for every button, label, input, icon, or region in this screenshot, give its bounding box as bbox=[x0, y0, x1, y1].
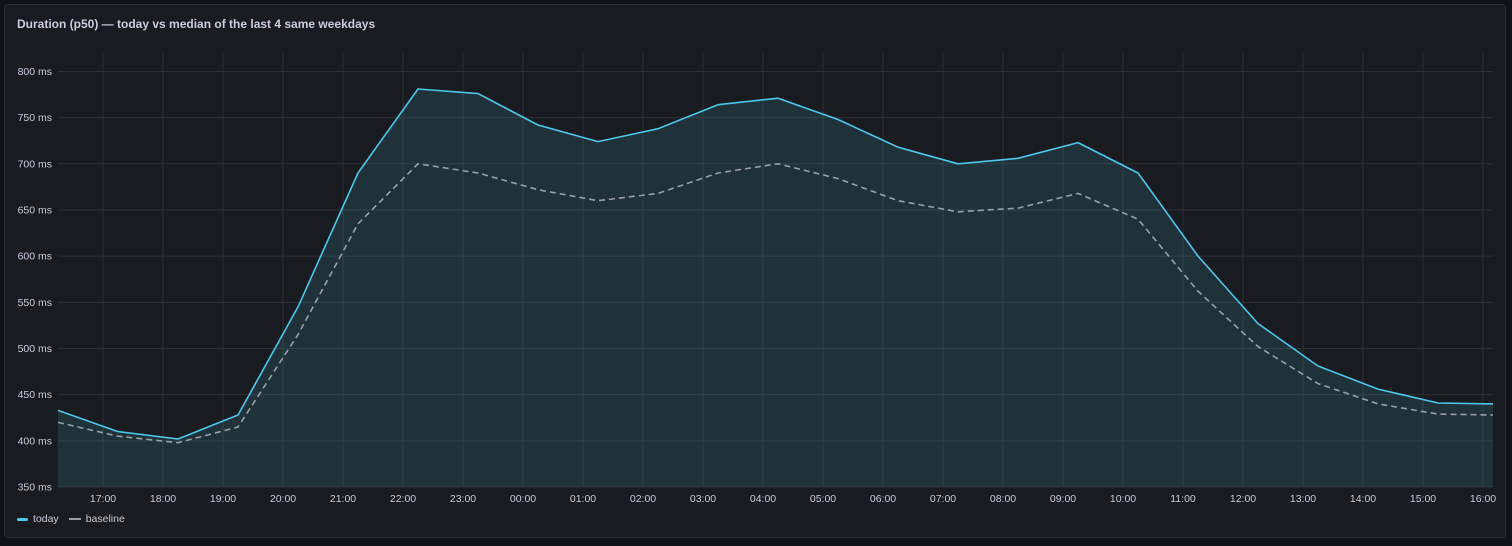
x-tick-label: 17:00 bbox=[90, 493, 116, 505]
x-tick-label: 08:00 bbox=[990, 493, 1016, 505]
x-tick-label: 05:00 bbox=[810, 493, 836, 505]
x-tick-label: 03:00 bbox=[690, 493, 716, 505]
legend-label-today: today bbox=[33, 513, 59, 525]
x-tick-label: 12:00 bbox=[1230, 493, 1256, 505]
x-tick-label: 09:00 bbox=[1050, 493, 1076, 505]
x-tick-label: 19:00 bbox=[210, 493, 236, 505]
x-tick-label: 07:00 bbox=[930, 493, 956, 505]
series-layer bbox=[57, 88, 1494, 487]
y-tick-label: 400 ms bbox=[18, 435, 52, 447]
today-area-fill bbox=[58, 89, 1493, 487]
x-tick-label: 02:00 bbox=[630, 493, 656, 505]
y-tick-label: 550 ms bbox=[18, 297, 52, 309]
chart-canvas[interactable]: 350 ms 400 ms 450 ms 500 ms 550 ms 600 ms 650 … bbox=[5, 5, 1507, 539]
y-tick-label: 450 ms bbox=[18, 389, 52, 401]
x-tick-label: 15:00 bbox=[1410, 493, 1436, 505]
y-tick-label: 500 ms bbox=[18, 343, 52, 355]
x-axis: 17:00 18:00 19:00 20:00 21:00 22:00 23:00 00:00… bbox=[90, 493, 1496, 505]
baseline-swatch bbox=[68, 518, 81, 520]
x-tick-label: 20:00 bbox=[270, 493, 296, 505]
chart-panel: Duration (p50) — today vs median of the … bbox=[4, 4, 1506, 538]
x-tick-label: 06:00 bbox=[870, 493, 896, 505]
today-swatch bbox=[17, 517, 28, 521]
x-tick-label: 21:00 bbox=[330, 493, 356, 505]
y-tick-label: 800 ms bbox=[18, 66, 52, 78]
x-tick-label: 18:00 bbox=[150, 493, 176, 505]
y-tick-label: 700 ms bbox=[18, 158, 52, 170]
x-tick-label: 14:00 bbox=[1350, 493, 1376, 505]
legend: today baseline bbox=[17, 513, 125, 525]
legend-label-baseline: baseline bbox=[85, 513, 125, 525]
x-tick-label: 11:00 bbox=[1170, 493, 1196, 505]
x-tick-label: 22:00 bbox=[390, 493, 416, 505]
y-tick-label: 650 ms bbox=[18, 204, 52, 216]
x-tick-label: 23:00 bbox=[450, 493, 476, 505]
legend-item-baseline[interactable]: baseline bbox=[68, 513, 125, 525]
x-tick-label: 00:00 bbox=[510, 493, 536, 505]
y-tick-label: 750 ms bbox=[18, 112, 52, 124]
legend-item-today[interactable]: today bbox=[17, 513, 59, 525]
x-tick-label: 13:00 bbox=[1290, 493, 1316, 505]
y-tick-label: 350 ms bbox=[18, 482, 52, 494]
x-tick-label: 04:00 bbox=[750, 493, 776, 505]
x-tick-label: 10:00 bbox=[1110, 493, 1136, 505]
y-axis: 350 ms 400 ms 450 ms 500 ms 550 ms 600 ms 650 … bbox=[18, 66, 52, 494]
x-tick-label: 01:00 bbox=[570, 493, 596, 505]
y-tick-label: 600 ms bbox=[18, 251, 52, 263]
x-tick-label: 16:00 bbox=[1470, 493, 1496, 505]
